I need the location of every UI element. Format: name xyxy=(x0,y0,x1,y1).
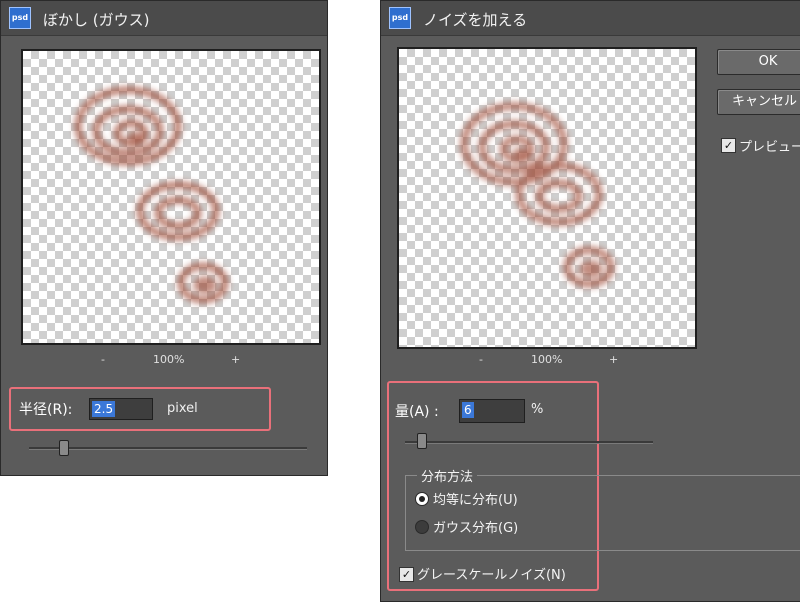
radius-slider-track[interactable] xyxy=(29,447,307,450)
dialog-title: ぼかし (ガウス) xyxy=(43,11,150,29)
cancel-button[interactable]: キャンセル xyxy=(717,89,800,115)
blurred-swirl-graphic xyxy=(74,86,229,304)
noisy-swirl-graphic xyxy=(460,102,615,288)
radius-value: 2.5 xyxy=(92,401,116,417)
grayscale-noise-label: グレースケールノイズ(N) xyxy=(417,568,566,583)
dialog-title: ノイズを加える xyxy=(423,11,528,29)
radius-slider-thumb[interactable] xyxy=(59,440,69,456)
noise-zoom-controls: - 100% + xyxy=(397,353,693,369)
gaussian-zoom-controls: - 100% + xyxy=(21,353,317,369)
preview-label: プレビュー xyxy=(739,140,800,155)
amount-slider-track[interactable] xyxy=(405,441,653,444)
amount-value: 6 xyxy=(462,402,474,418)
distribution-legend: 分布方法 xyxy=(417,466,478,485)
gaussian-blur-dialog: psd ぼかし (ガウス) - 100% + 半径(R): 2.5 pixel xyxy=(0,0,328,476)
radio-uniform-label: 均等に分布(U) xyxy=(433,493,518,508)
zoom-in-button[interactable]: + xyxy=(609,353,618,366)
amount-input[interactable]: 6 xyxy=(459,399,525,423)
radius-label: 半径(R): xyxy=(19,402,73,418)
amount-label: 量(A) : xyxy=(395,404,439,420)
add-noise-titlebar[interactable]: psd ノイズを加える xyxy=(381,1,800,36)
zoom-level: 100% xyxy=(531,353,563,366)
amount-slider-thumb[interactable] xyxy=(417,433,427,449)
radius-input[interactable]: 2.5 xyxy=(89,398,153,420)
app-icon: psd xyxy=(9,7,31,29)
zoom-out-button[interactable]: - xyxy=(479,353,483,366)
grayscale-noise-checkbox[interactable]: ✓ xyxy=(399,567,414,582)
ok-button[interactable]: OK xyxy=(717,49,800,75)
radio-gaussian-label: ガウス分布(G) xyxy=(433,521,519,536)
zoom-out-button[interactable]: - xyxy=(101,353,105,366)
app-icon: psd xyxy=(389,7,411,29)
add-noise-dialog: psd ノイズを加える OK キャンセル ✓ プレビュー - 100% + 量(… xyxy=(380,0,800,602)
amount-unit: % xyxy=(531,402,544,417)
zoom-level: 100% xyxy=(153,353,185,366)
check-icon: ✓ xyxy=(401,568,412,581)
gaussian-preview-image[interactable] xyxy=(21,49,321,345)
preview-checkbox[interactable]: ✓ xyxy=(721,138,736,153)
distribution-group xyxy=(405,475,800,551)
radio-uniform[interactable] xyxy=(415,492,429,506)
noise-preview-image[interactable] xyxy=(397,47,697,349)
radio-gaussian[interactable] xyxy=(415,520,429,534)
zoom-in-button[interactable]: + xyxy=(231,353,240,366)
radius-unit: pixel xyxy=(167,401,198,416)
gaussian-blur-titlebar[interactable]: psd ぼかし (ガウス) xyxy=(1,1,327,36)
check-icon: ✓ xyxy=(723,139,734,152)
